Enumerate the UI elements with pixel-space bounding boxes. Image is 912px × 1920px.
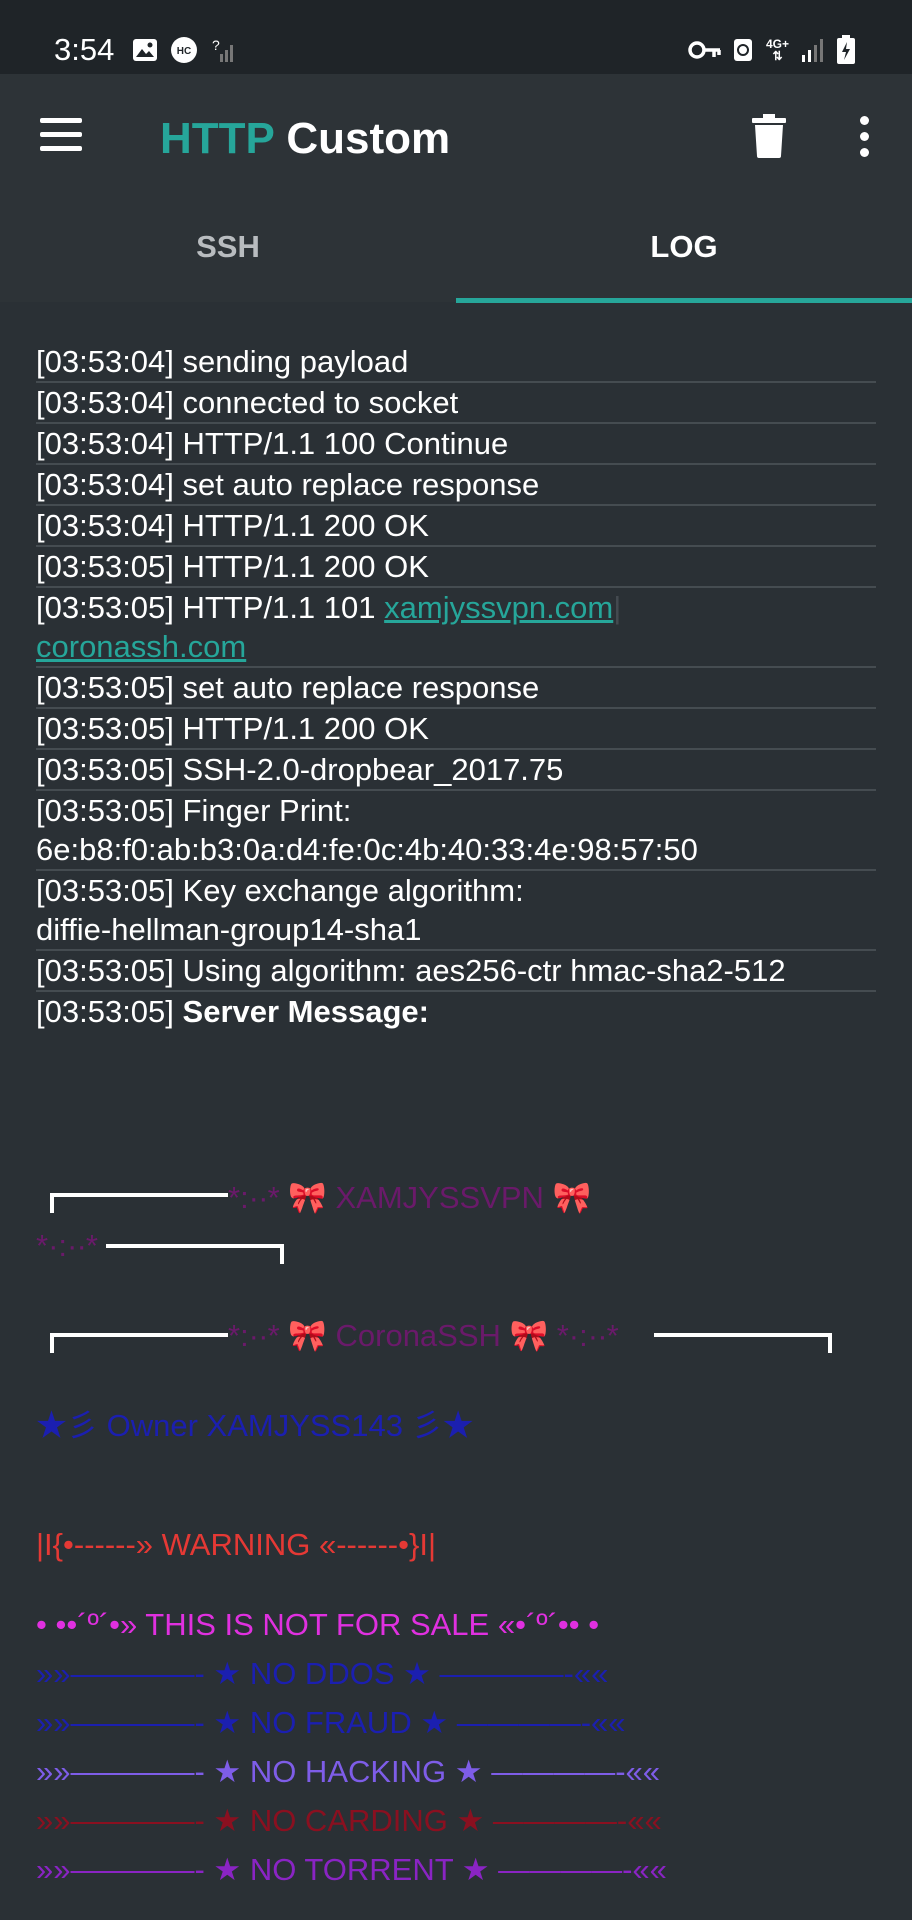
- signal-weak-icon: ?: [210, 36, 238, 64]
- log-time: [03:53:05]: [36, 953, 174, 988]
- rule-no-hacking: »»————- ★ NO HACKING ★ ————-««: [36, 1754, 660, 1789]
- banner1-text: *:··* 🎀 XAMJYSSVPN 🎀: [228, 1180, 592, 1215]
- banner1-line-bottom: [106, 1244, 282, 1248]
- log-entry: [03:53:05] Key exchange algorithm: diffie…: [36, 871, 876, 951]
- status-time: 3:54: [54, 32, 115, 67]
- banner1-tail: *·:··*: [36, 1228, 98, 1263]
- log-link-xamjyssvpn[interactable]: xamjyssvpn.com: [384, 590, 613, 625]
- log-entry: [03:53:05] HTTP/1.1 101 xamjyssvpn.com| c…: [36, 588, 876, 668]
- rule-no-fraud: »»————- ★ NO FRAUD ★ ————-««: [36, 1705, 626, 1740]
- log-time: [03:53:04]: [36, 344, 174, 379]
- log-time: [03:53:05]: [36, 793, 174, 828]
- log-text-bold: Server Message:: [182, 994, 429, 1029]
- rule-no-carding: »»————- ★ NO CARDING ★ ————-««: [36, 1803, 662, 1838]
- log-time: [03:53:04]: [36, 467, 174, 502]
- log-text: set auto replace response: [182, 670, 540, 705]
- log-entry: [03:53:04] set auto replace response: [36, 465, 876, 506]
- app-title-http: HTTP: [160, 114, 275, 163]
- signal-icon: [800, 36, 828, 64]
- log-text-line2: 6e:b8:f0:ab:b3:0a:d4:fe:0c:4b:40:33:4e:9…: [36, 832, 698, 867]
- log-entry: [03:53:05] Using algorithm: aes256-ctr h…: [36, 951, 876, 992]
- svg-text:?: ?: [212, 37, 220, 53]
- banner2-line-left: [50, 1333, 228, 1337]
- log-text: Key exchange algorithm:: [182, 873, 524, 908]
- log-time: [03:53:05]: [36, 994, 174, 1029]
- warning-line: |I{•------» WARNING «------•}I|: [36, 1527, 437, 1562]
- log-entry: [03:53:05] Server Message:: [36, 992, 876, 1031]
- banner2-line-right: [654, 1333, 832, 1337]
- log-link-coronassh[interactable]: coronassh.com: [36, 629, 246, 664]
- owner-line: ★彡 Owner XAMJYSS143 彡★: [36, 1408, 474, 1443]
- banner2-line-left-tick: [50, 1333, 54, 1353]
- status-bar: 3:54 HC ? 4G+ ⇅: [0, 0, 912, 74]
- log-entry: [03:53:05] Finger Print: 6e:b8:f0:ab:b3:0…: [36, 791, 876, 871]
- image-icon: [132, 36, 158, 64]
- tab-ssh[interactable]: SSH: [0, 229, 456, 302]
- log-list[interactable]: [03:53:04] sending payload [03:53:04] co…: [36, 342, 876, 1031]
- log-text: HTTP/1.1 200 OK: [182, 508, 429, 543]
- banner1-line-left: [50, 1193, 54, 1213]
- log-link-separator: |: [613, 590, 622, 625]
- log-entry: [03:53:04] sending payload: [36, 342, 876, 383]
- rule-no-torrent: »»————- ★ NO TORRENT ★ ————-««: [36, 1852, 667, 1887]
- log-text: sending payload: [182, 344, 409, 379]
- log-time: [03:53:04]: [36, 385, 174, 420]
- log-text-line2: diffie-hellman-group14-sha1: [36, 912, 422, 947]
- log-text: HTTP/1.1 200 OK: [182, 549, 429, 584]
- log-entry: [03:53:05] HTTP/1.1 200 OK: [36, 709, 876, 750]
- log-text: Finger Print:: [182, 793, 352, 828]
- log-text: HTTP/1.1 200 OK: [182, 711, 429, 746]
- log-text: set auto replace response: [182, 467, 540, 502]
- banner2-line-right-tick: [828, 1333, 832, 1353]
- app-title-custom: Custom: [286, 114, 451, 163]
- trash-icon[interactable]: [752, 114, 786, 158]
- log-time: [03:53:04]: [36, 508, 174, 543]
- hc-icon: HC: [170, 36, 198, 64]
- log-text: connected to socket: [182, 385, 459, 420]
- log-text: SSH-2.0-dropbear_2017.75: [182, 752, 564, 787]
- recycle-icon: [732, 36, 754, 64]
- log-entry: [03:53:05] set auto replace response: [36, 668, 876, 709]
- not-for-sale-line: • ••´º´•» THIS IS NOT FOR SALE «•´º´•• •: [36, 1607, 600, 1642]
- battery-charging-icon: [836, 35, 856, 64]
- log-time: [03:53:05]: [36, 549, 174, 584]
- app-title: HTTP Custom: [160, 114, 450, 164]
- tab-indicator: [456, 298, 912, 303]
- log-text: HTTP/1.1 101: [182, 590, 376, 625]
- data-arrows-icon: ⇅: [772, 49, 783, 63]
- log-text: HTTP/1.1 100 Continue: [182, 426, 509, 461]
- log-entry: [03:53:04] connected to socket: [36, 383, 876, 424]
- log-entry: [03:53:05] SSH-2.0-dropbear_2017.75: [36, 750, 876, 791]
- banner2-text: *:··* 🎀 CoronaSSH 🎀 *·:··*: [228, 1318, 619, 1353]
- more-options-icon[interactable]: [852, 116, 876, 160]
- log-time: [03:53:05]: [36, 711, 174, 746]
- log-text: Using algorithm: aes256-ctr hmac-sha2-51…: [182, 953, 786, 988]
- vpn-key-icon: [688, 36, 722, 64]
- tab-log[interactable]: LOG: [456, 229, 912, 302]
- log-time: [03:53:05]: [36, 590, 174, 625]
- log-entry: [03:53:04] HTTP/1.1 200 OK: [36, 506, 876, 547]
- network-4g-icon: 4G+ ⇅: [766, 36, 789, 64]
- log-time: [03:53:05]: [36, 873, 174, 908]
- log-time: [03:53:05]: [36, 752, 174, 787]
- log-time: [03:53:05]: [36, 670, 174, 705]
- log-time: [03:53:04]: [36, 426, 174, 461]
- log-entry: [03:53:05] HTTP/1.1 200 OK: [36, 547, 876, 588]
- log-entry: [03:53:04] HTTP/1.1 100 Continue: [36, 424, 876, 465]
- menu-icon[interactable]: [40, 118, 82, 152]
- app-bar: HTTP Custom SSH LOG: [0, 74, 912, 303]
- rule-no-ddos: »»————- ★ NO DDOS ★ ————-««: [36, 1656, 609, 1691]
- banner1-line-top: [50, 1193, 228, 1197]
- svg-text:HC: HC: [177, 46, 191, 57]
- banner1-line-right: [280, 1244, 284, 1264]
